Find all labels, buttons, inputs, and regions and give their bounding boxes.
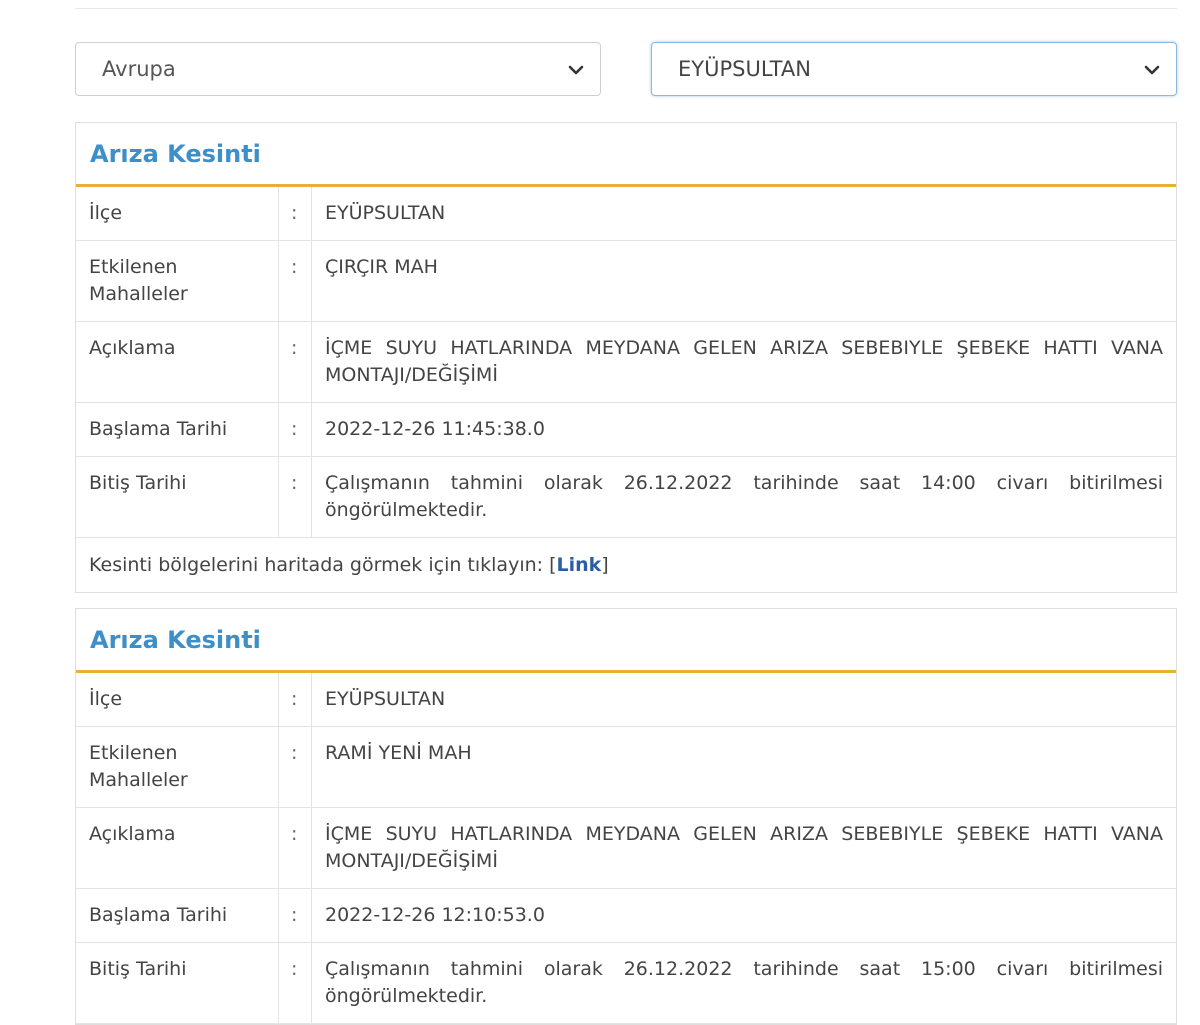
affected-value: ÇIRÇIR MAH <box>311 240 1176 322</box>
outage-details-table: İlçe : EYÜPSULTAN Etkilenen Mahalleler :… <box>76 673 1176 1024</box>
affected-label: Etkilenen Mahalleler <box>76 726 279 808</box>
separator: : <box>278 888 312 943</box>
table-row: İlçe : EYÜPSULTAN <box>76 673 1176 727</box>
description-label: Açıklama <box>76 807 279 889</box>
separator: : <box>278 321 312 403</box>
outage-card-header: Arıza Kesinti <box>76 609 1176 673</box>
separator: : <box>278 942 312 1024</box>
description-value: İÇME SUYU HATLARINDA MEYDANA GELEN ARIZA… <box>311 807 1176 889</box>
table-row: Başlama Tarihi : 2022-12-26 12:10:53.0 <box>76 888 1176 943</box>
table-row: Bitiş Tarihi : Çalışmanın tahmini olarak… <box>76 942 1176 1024</box>
map-link-prefix: Kesinti bölgelerini haritada görmek için… <box>89 554 557 576</box>
end-label: Bitiş Tarihi <box>76 942 279 1024</box>
outage-details-table: İlçe : EYÜPSULTAN Etkilenen Mahalleler :… <box>76 187 1176 538</box>
outage-card-header: Arıza Kesinti <box>76 123 1176 187</box>
start-label: Başlama Tarihi <box>76 402 279 457</box>
map-link[interactable]: Link <box>557 554 602 576</box>
separator: : <box>278 673 312 727</box>
district-select[interactable]: EYÜPSULTAN <box>651 42 1177 96</box>
outage-card: Arıza Kesinti İlçe : EYÜPSULTAN Etkilene… <box>75 122 1177 593</box>
district-label: İlçe <box>76 187 279 241</box>
separator: : <box>278 807 312 889</box>
separator: : <box>278 456 312 538</box>
district-value: EYÜPSULTAN <box>311 187 1176 241</box>
district-value: EYÜPSULTAN <box>311 673 1176 727</box>
table-row: Açıklama : İÇME SUYU HATLARINDA MEYDANA … <box>76 321 1176 403</box>
table-row: Etkilenen Mahalleler : ÇIRÇIR MAH <box>76 240 1176 322</box>
description-value: İÇME SUYU HATLARINDA MEYDANA GELEN ARIZA… <box>311 321 1176 403</box>
separator: : <box>278 187 312 241</box>
separator: : <box>278 402 312 457</box>
end-value: Çalışmanın tahmini olarak 26.12.2022 tar… <box>311 942 1176 1024</box>
outage-card: Arıza Kesinti İlçe : EYÜPSULTAN Etkilene… <box>75 608 1177 1025</box>
table-row: Açıklama : İÇME SUYU HATLARINDA MEYDANA … <box>76 807 1176 889</box>
outage-title: Arıza Kesinti <box>90 625 261 654</box>
start-label: Başlama Tarihi <box>76 888 279 943</box>
table-row: Başlama Tarihi : 2022-12-26 11:45:38.0 <box>76 402 1176 457</box>
region-select[interactable]: Avrupa <box>75 42 601 96</box>
start-value: 2022-12-26 12:10:53.0 <box>311 888 1176 943</box>
table-row: İlçe : EYÜPSULTAN <box>76 187 1176 241</box>
chevron-down-icon <box>1144 65 1160 75</box>
district-label: İlçe <box>76 673 279 727</box>
map-link-row: Kesinti bölgelerini haritada görmek için… <box>76 538 1176 592</box>
end-label: Bitiş Tarihi <box>76 456 279 538</box>
outage-title: Arıza Kesinti <box>90 139 261 168</box>
separator: : <box>278 240 312 322</box>
description-label: Açıklama <box>76 321 279 403</box>
top-divider <box>75 8 1177 9</box>
map-link-suffix: ] <box>601 554 609 576</box>
chevron-down-icon <box>568 65 584 75</box>
affected-label: Etkilenen Mahalleler <box>76 240 279 322</box>
table-row: Bitiş Tarihi : Çalışmanın tahmini olarak… <box>76 456 1176 538</box>
district-select-value: EYÜPSULTAN <box>678 57 811 81</box>
start-value: 2022-12-26 11:45:38.0 <box>311 402 1176 457</box>
affected-value: RAMİ YENİ MAH <box>311 726 1176 808</box>
separator: : <box>278 726 312 808</box>
region-select-value: Avrupa <box>102 57 176 81</box>
table-row: Etkilenen Mahalleler : RAMİ YENİ MAH <box>76 726 1176 808</box>
end-value: Çalışmanın tahmini olarak 26.12.2022 tar… <box>311 456 1176 538</box>
